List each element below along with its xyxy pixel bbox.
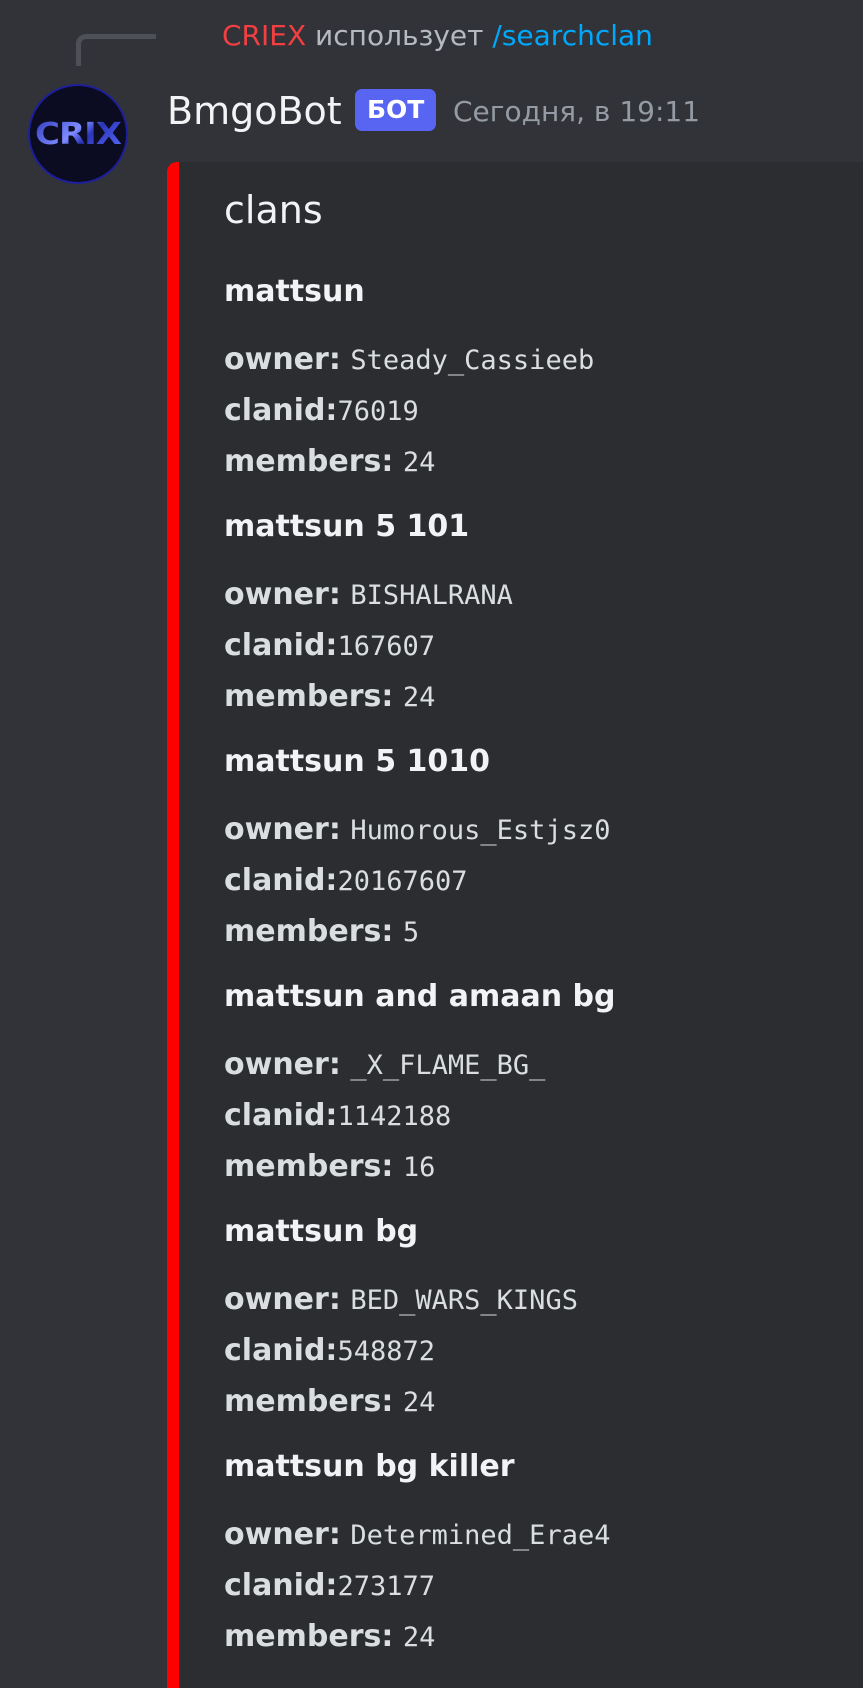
members-line: members: 5 — [224, 906, 844, 957]
clanid-value: 20167607 — [337, 866, 468, 897]
discord-message-view: CRIEX использует /searchclan CRIX BmgoBo… — [0, 0, 863, 1688]
members-value: 5 — [402, 917, 420, 948]
members-value: 24 — [402, 447, 436, 478]
members-line: members: 24 — [224, 1376, 844, 1427]
clanid-label: clanid: — [224, 1333, 338, 1368]
clanid-line: clanid:167607 — [224, 620, 844, 671]
clanid-line: clanid:20167607 — [224, 855, 844, 906]
clanid-value: 548872 — [337, 1336, 435, 1367]
clanid-value: 273177 — [337, 1571, 435, 1602]
owner-label: owner: — [224, 1282, 341, 1317]
clan-name: mattsun 5 1010 — [224, 744, 491, 779]
clan-entry: mattsun bg killer owner: Determined_Erae… — [224, 1449, 844, 1662]
clanid-label: clanid: — [224, 628, 338, 663]
members-value: 24 — [402, 1622, 436, 1653]
owner-value: BED_WARS_KINGS — [350, 1285, 578, 1316]
clanid-label: clanid: — [224, 863, 338, 898]
command-reference[interactable]: CRIEX использует /searchclan — [222, 18, 653, 54]
clan-entry: mattsun and amaan bg owner: _X_FLAME_BG_… — [224, 979, 844, 1192]
clan-name: mattsun 5 101 — [224, 509, 470, 544]
owner-line: owner: _X_FLAME_BG_ — [224, 1039, 844, 1090]
members-label: members: — [224, 1384, 394, 1419]
members-label: members: — [224, 1149, 394, 1184]
owner-line: owner: Steady_Cassieeb — [224, 334, 844, 385]
owner-value: Determined_Erae4 — [350, 1520, 611, 1551]
clanid-label: clanid: — [224, 1098, 338, 1133]
owner-label: owner: — [224, 342, 341, 377]
owner-value: BISHALRANA — [350, 580, 513, 611]
owner-value: _X_FLAME_BG_ — [350, 1050, 546, 1081]
clanid-line: clanid:1142188 — [224, 1090, 844, 1141]
clanid-line: clanid:76019 — [224, 385, 844, 436]
clanid-line: clanid:273177 — [224, 1560, 844, 1611]
clan-entry: mattsun bg owner: BED_WARS_KINGS clanid:… — [224, 1214, 844, 1427]
clan-name: mattsun and amaan bg — [224, 979, 616, 1014]
embed: clans mattsun owner: Steady_Cassieeb cla… — [167, 162, 863, 1688]
clan-entry: mattsun 5 1010 owner: Humorous_Estjsz0 c… — [224, 744, 844, 957]
members-label: members: — [224, 1619, 394, 1654]
bot-badge: БОТ — [355, 89, 437, 131]
members-label: members: — [224, 444, 394, 479]
members-line: members: 16 — [224, 1141, 844, 1192]
members-label: members: — [224, 914, 394, 949]
author-name[interactable]: BmgoBot — [167, 88, 342, 134]
clan-name: mattsun bg killer — [224, 1449, 515, 1484]
members-line: members: 24 — [224, 1611, 844, 1662]
owner-label: owner: — [224, 1517, 341, 1552]
owner-value: Steady_Cassieeb — [350, 345, 595, 376]
avatar-logo: CRIX — [35, 116, 122, 152]
clanid-value: 167607 — [337, 631, 435, 662]
owner-line: owner: Determined_Erae4 — [224, 1509, 844, 1560]
owner-line: owner: BISHALRANA — [224, 569, 844, 620]
command-uses-text: использует — [315, 19, 484, 52]
members-label: members: — [224, 679, 394, 714]
members-line: members: 24 — [224, 671, 844, 722]
members-value: 24 — [402, 682, 436, 713]
owner-line: owner: Humorous_Estjsz0 — [224, 804, 844, 855]
owner-label: owner: — [224, 577, 341, 612]
clan-entry: mattsun 5 101 owner: BISHALRANA clanid:1… — [224, 509, 844, 722]
clanid-value: 1142188 — [337, 1101, 452, 1132]
reply-connector — [76, 34, 156, 66]
message-timestamp[interactable]: Сегодня, в 19:11 — [453, 94, 700, 130]
clanid-label: clanid: — [224, 1568, 338, 1603]
owner-value: Humorous_Estjsz0 — [350, 815, 611, 846]
clan-name: mattsun bg — [224, 1214, 419, 1249]
clan-entry: mattsun owner: Steady_Cassieeb clanid:76… — [224, 274, 844, 487]
command-user[interactable]: CRIEX — [222, 19, 306, 52]
clanid-value: 76019 — [337, 396, 419, 427]
owner-line: owner: BED_WARS_KINGS — [224, 1274, 844, 1325]
members-line: members: 24 — [224, 436, 844, 487]
avatar[interactable]: CRIX — [28, 84, 128, 184]
members-value: 16 — [402, 1152, 436, 1183]
owner-label: owner: — [224, 812, 341, 847]
clanid-label: clanid: — [224, 393, 338, 428]
members-value: 24 — [402, 1387, 436, 1418]
clanid-line: clanid:548872 — [224, 1325, 844, 1376]
embed-title: clans — [224, 188, 323, 232]
owner-label: owner: — [224, 1047, 341, 1082]
clan-name: mattsun — [224, 274, 365, 309]
command-name[interactable]: /searchclan — [492, 19, 653, 52]
